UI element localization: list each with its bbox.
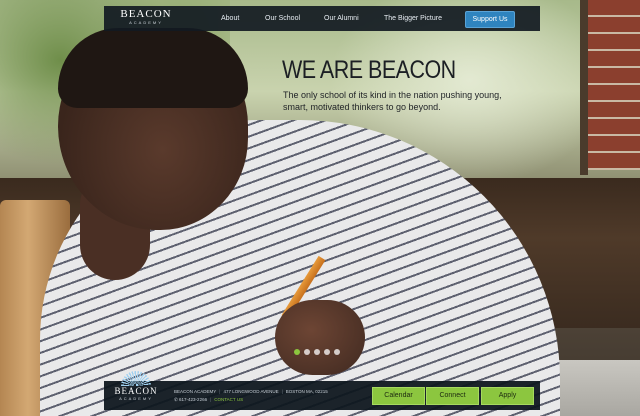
footer-school-name: BEACON ACADEMY	[174, 389, 217, 394]
footer-logo-name: BEACON	[114, 386, 158, 396]
phone-icon: ✆	[174, 397, 178, 402]
footer-logo[interactable]: BEACON ACADEMY	[110, 371, 162, 411]
nav-link-about[interactable]: About	[221, 6, 239, 31]
carousel-dot-5[interactable]	[334, 349, 340, 355]
student-hand	[275, 300, 365, 375]
contact-us-link[interactable]: CONTACT US	[214, 397, 243, 402]
separator: |	[281, 389, 283, 394]
site-logo[interactable]: BEACON ACADEMY	[118, 9, 174, 26]
logo-subtitle: ACADEMY	[129, 20, 163, 25]
student-hair	[58, 28, 248, 108]
nav-link-our-school[interactable]: Our School	[265, 6, 300, 31]
logo-name: BEACON	[120, 8, 172, 20]
footer-address: 477 LONGWOOD AVENUE	[223, 389, 279, 394]
footer-contact-info: BEACON ACADEMY | 477 LONGWOOD AVENUE | BOSTO…	[174, 388, 328, 404]
nav-link-our-alumni[interactable]: Our Alumni	[324, 6, 359, 31]
calendar-button[interactable]: Calendar	[372, 387, 425, 405]
brick-wall	[588, 0, 640, 170]
top-navigation: BEACON ACADEMY About Our School Our Alum…	[104, 6, 540, 31]
support-us-button[interactable]: Support Us	[465, 11, 515, 28]
carousel-dot-2[interactable]	[304, 349, 310, 355]
sunburst-icon	[121, 371, 151, 386]
carousel-dot-4[interactable]	[324, 349, 330, 355]
carousel-dot-3[interactable]	[314, 349, 320, 355]
separator: |	[210, 397, 212, 402]
footer-phone[interactable]: 617-423-2266	[179, 397, 207, 402]
apply-button[interactable]: Apply	[481, 387, 534, 405]
nav-link-bigger-picture[interactable]: The Bigger Picture	[384, 6, 442, 31]
connect-button[interactable]: Connect	[426, 387, 479, 405]
carousel-dots	[294, 349, 340, 355]
window-frame	[580, 0, 588, 175]
footer-bar: BEACON ACADEMY BEACON ACADEMY | 477 LONGWO…	[104, 371, 540, 410]
carousel-dot-1[interactable]	[294, 349, 300, 355]
footer-city: BOSTON MA, 02215	[285, 389, 328, 394]
footer-logo-subtitle: ACADEMY	[119, 396, 153, 401]
hero-title: WE ARE BEACON	[282, 56, 456, 84]
separator: |	[219, 389, 221, 394]
hero-description: The only school of its kind in the natio…	[283, 90, 502, 112]
